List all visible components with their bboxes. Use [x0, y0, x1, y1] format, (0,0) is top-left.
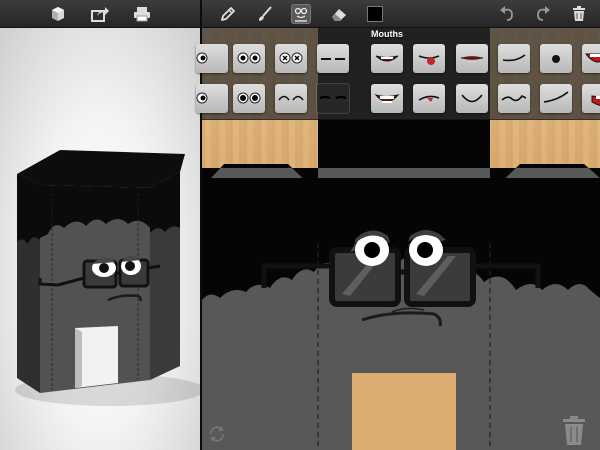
tile-eyes-dash[interactable]	[317, 44, 349, 73]
color-swatch	[367, 6, 383, 22]
papercraft-model	[15, 150, 200, 406]
tile-mouth-grin-teeth[interactable]	[371, 84, 403, 113]
3d-preview[interactable]	[0, 28, 200, 450]
eraser-icon[interactable]	[329, 4, 349, 24]
stamp-tool-icon[interactable]	[291, 4, 311, 24]
stamp-picker: Mouths	[196, 28, 600, 120]
color-picker-button[interactable]	[365, 4, 385, 24]
rotate-icon[interactable]	[208, 425, 226, 443]
undo-icon[interactable]	[497, 4, 517, 24]
tile-eyes-cut-left[interactable]	[196, 44, 228, 73]
trash-icon[interactable]	[569, 4, 589, 24]
tile-mouth-wavy[interactable]	[498, 84, 530, 113]
brush-icon[interactable]	[255, 4, 275, 24]
tile-eyes-round[interactable]	[233, 44, 265, 73]
print-icon[interactable]	[132, 4, 152, 24]
trash-can-icon	[563, 416, 585, 445]
tile-mouth-side-red[interactable]	[582, 84, 600, 113]
app-window: Mouths	[0, 0, 600, 450]
tile-mouth-smirk-line[interactable]	[498, 44, 530, 73]
redo-icon[interactable]	[533, 4, 553, 24]
tile-mouth-smile-curve[interactable]	[456, 84, 488, 113]
tile-eyes-crossed-x[interactable]	[275, 44, 307, 73]
preview-toolbar	[0, 0, 200, 28]
share-icon[interactable]	[90, 4, 110, 24]
pencil-icon[interactable]	[218, 4, 238, 24]
cube-icon[interactable]	[48, 4, 68, 24]
tile-eyes-arched[interactable]	[275, 84, 307, 113]
tile-mouth-flat-lips[interactable]	[456, 44, 488, 73]
tile-eyes-sleepy[interactable]	[317, 84, 349, 113]
tile-mouth-sneer[interactable]	[413, 84, 445, 113]
tile-mouth-tongue[interactable]	[413, 44, 445, 73]
tile-mouth-smile-teeth[interactable]	[371, 44, 403, 73]
tile-mouth-small-o[interactable]	[540, 44, 572, 73]
tile-eyes-dots[interactable]	[233, 84, 265, 113]
picker-category-title: Mouths	[371, 29, 403, 39]
tile-eyes-cut-left-2[interactable]	[196, 84, 228, 113]
tile-mouth-curved-line[interactable]	[540, 84, 572, 113]
tile-mouth-open-red[interactable]	[582, 44, 600, 73]
editor-toolbar	[202, 0, 600, 28]
